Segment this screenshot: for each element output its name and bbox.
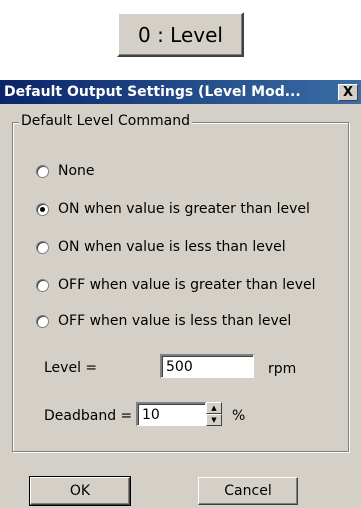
radio-button-icon xyxy=(36,314,49,328)
radio-off-greater[interactable]: OFF when value is greater than level xyxy=(36,277,316,293)
cancel-button[interactable]: Cancel xyxy=(198,477,298,505)
deadband-label: Deadband = xyxy=(44,408,133,424)
radio-off-less[interactable]: OFF when value is less than level xyxy=(36,313,291,329)
level-input[interactable] xyxy=(160,354,254,378)
cancel-label: Cancel xyxy=(224,483,272,499)
radio-button-icon xyxy=(36,164,49,178)
radio-label: ON when value is greater than level xyxy=(58,201,310,217)
radio-label: OFF when value is less than level xyxy=(58,313,292,329)
deadband-input[interactable] xyxy=(136,402,206,426)
radio-button-icon xyxy=(36,240,49,254)
radio-label: ON when value is less than level xyxy=(58,239,286,255)
dialog-titlebar: Default Output Settings (Level Mod... X xyxy=(0,80,361,104)
ok-button[interactable]: OK xyxy=(29,476,131,506)
deadband-unit: % xyxy=(232,408,246,424)
close-button[interactable]: X xyxy=(338,84,358,101)
radio-label: None xyxy=(58,163,95,179)
default-output-settings-dialog: Default Output Settings (Level Mod... X … xyxy=(0,80,361,508)
level-mode-label: 0 : Level xyxy=(138,22,223,47)
group-title: Default Level Command xyxy=(19,113,192,129)
deadband-spinner[interactable]: ▲ ▼ xyxy=(206,402,222,426)
radio-on-greater[interactable]: ON when value is greater than level xyxy=(36,201,310,217)
radio-button-checked-icon xyxy=(36,202,49,216)
level-unit: rpm xyxy=(268,361,297,377)
radio-none[interactable]: None xyxy=(36,163,95,179)
level-label: Level = xyxy=(44,360,98,376)
spin-down-icon[interactable]: ▼ xyxy=(206,414,222,426)
spin-up-icon[interactable]: ▲ xyxy=(206,402,222,414)
level-mode-button[interactable]: 0 : Level xyxy=(117,12,244,57)
close-icon: X xyxy=(342,85,354,100)
radio-button-icon xyxy=(36,278,49,292)
dialog-title: Default Output Settings (Level Mod... xyxy=(4,84,301,100)
radio-on-less[interactable]: ON when value is less than level xyxy=(36,239,286,255)
ok-label: OK xyxy=(69,483,91,499)
radio-label: OFF when value is greater than level xyxy=(58,277,316,293)
